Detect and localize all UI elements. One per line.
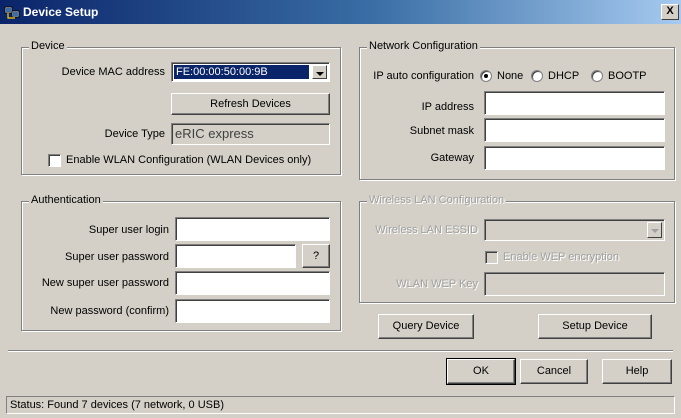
setup-device-button[interactable]: Setup Device [538,314,652,339]
subnet-mask-input[interactable] [484,118,665,142]
device-mac-label: Device MAC address [61,66,165,78]
chevron-down-icon[interactable] [647,222,662,238]
gateway-input[interactable] [484,146,665,170]
device-mac-value: FE:00:00:50:00:9B [174,65,309,79]
refresh-devices-button[interactable]: Refresh Devices [171,93,330,115]
super-user-login-input[interactable] [175,217,330,241]
device-mac-dropdown[interactable]: FE:00:00:50:00:9B [171,62,330,82]
network-app-icon [4,6,20,19]
password-help-button[interactable]: ? [302,244,330,268]
new-super-user-password-input[interactable] [175,271,330,295]
wlan-config-checkbox[interactable] [48,154,61,167]
separator [8,350,673,352]
help-button[interactable]: Help [602,359,672,384]
ok-button[interactable]: OK [446,358,516,385]
device-group: Device Device MAC address FE:00:00:50:00… [21,40,341,175]
device-legend: Device [29,40,67,52]
query-device-button[interactable]: Query Device [378,314,474,339]
radio-bootp[interactable] [591,70,603,82]
wireless-lan-group: Wireless LAN Configuration Wireless LAN … [359,194,675,303]
super-user-password-label: Super user password [65,251,169,263]
radio-dhcp[interactable] [531,70,543,82]
wireless-essid-label: Wireless LAN ESSID [375,224,478,236]
gateway-label: Gateway [430,152,474,164]
radio-none[interactable] [480,70,492,82]
ip-address-label: IP address [421,101,474,113]
radio-bootp-label[interactable]: BOOTP [608,70,647,82]
chevron-down-icon[interactable] [312,65,327,79]
title-bar[interactable]: Device Setup X [0,0,681,24]
network-config-legend: Network Configuration [367,40,480,52]
wlan-wep-key-input[interactable] [484,272,665,296]
device-setup-window: Device Setup X Device Device MAC address… [0,0,681,418]
ip-address-input[interactable] [484,91,665,115]
authentication-group: Authentication Super user login Super us… [21,194,341,331]
authentication-legend: Authentication [29,194,103,206]
new-password-confirm-label: New password (confirm) [50,305,169,317]
new-password-confirm-input[interactable] [175,299,330,323]
network-config-group: Network Configuration IP auto configurat… [359,40,675,180]
close-icon[interactable]: X [661,4,679,20]
status-bar: Status: Found 7 devices (7 network, 0 US… [6,396,675,414]
ip-auto-config-label: IP auto configuration [373,70,474,82]
subnet-mask-label: Subnet mask [409,125,474,137]
super-user-login-label: Super user login [88,224,169,236]
wep-encryption-checkbox[interactable] [485,251,498,264]
new-super-user-password-label: New super user password [41,277,169,289]
wireless-essid-dropdown[interactable] [484,219,665,241]
window-title: Device Setup [23,5,99,19]
wlan-wep-key-label: WLAN WEP Key [396,278,478,290]
device-type-label: Device Type [104,128,165,140]
wep-encryption-label[interactable]: Enable WEP encryption [503,251,619,263]
cancel-button[interactable]: Cancel [520,359,588,384]
radio-dhcp-label[interactable]: DHCP [548,70,579,82]
wlan-config-label[interactable]: Enable WLAN Configuration (WLAN Devices … [66,154,311,166]
radio-none-label[interactable]: None [497,70,523,82]
super-user-password-input[interactable] [175,244,296,268]
wireless-lan-legend: Wireless LAN Configuration [367,194,507,206]
device-type-field: eRIC express [171,123,330,145]
